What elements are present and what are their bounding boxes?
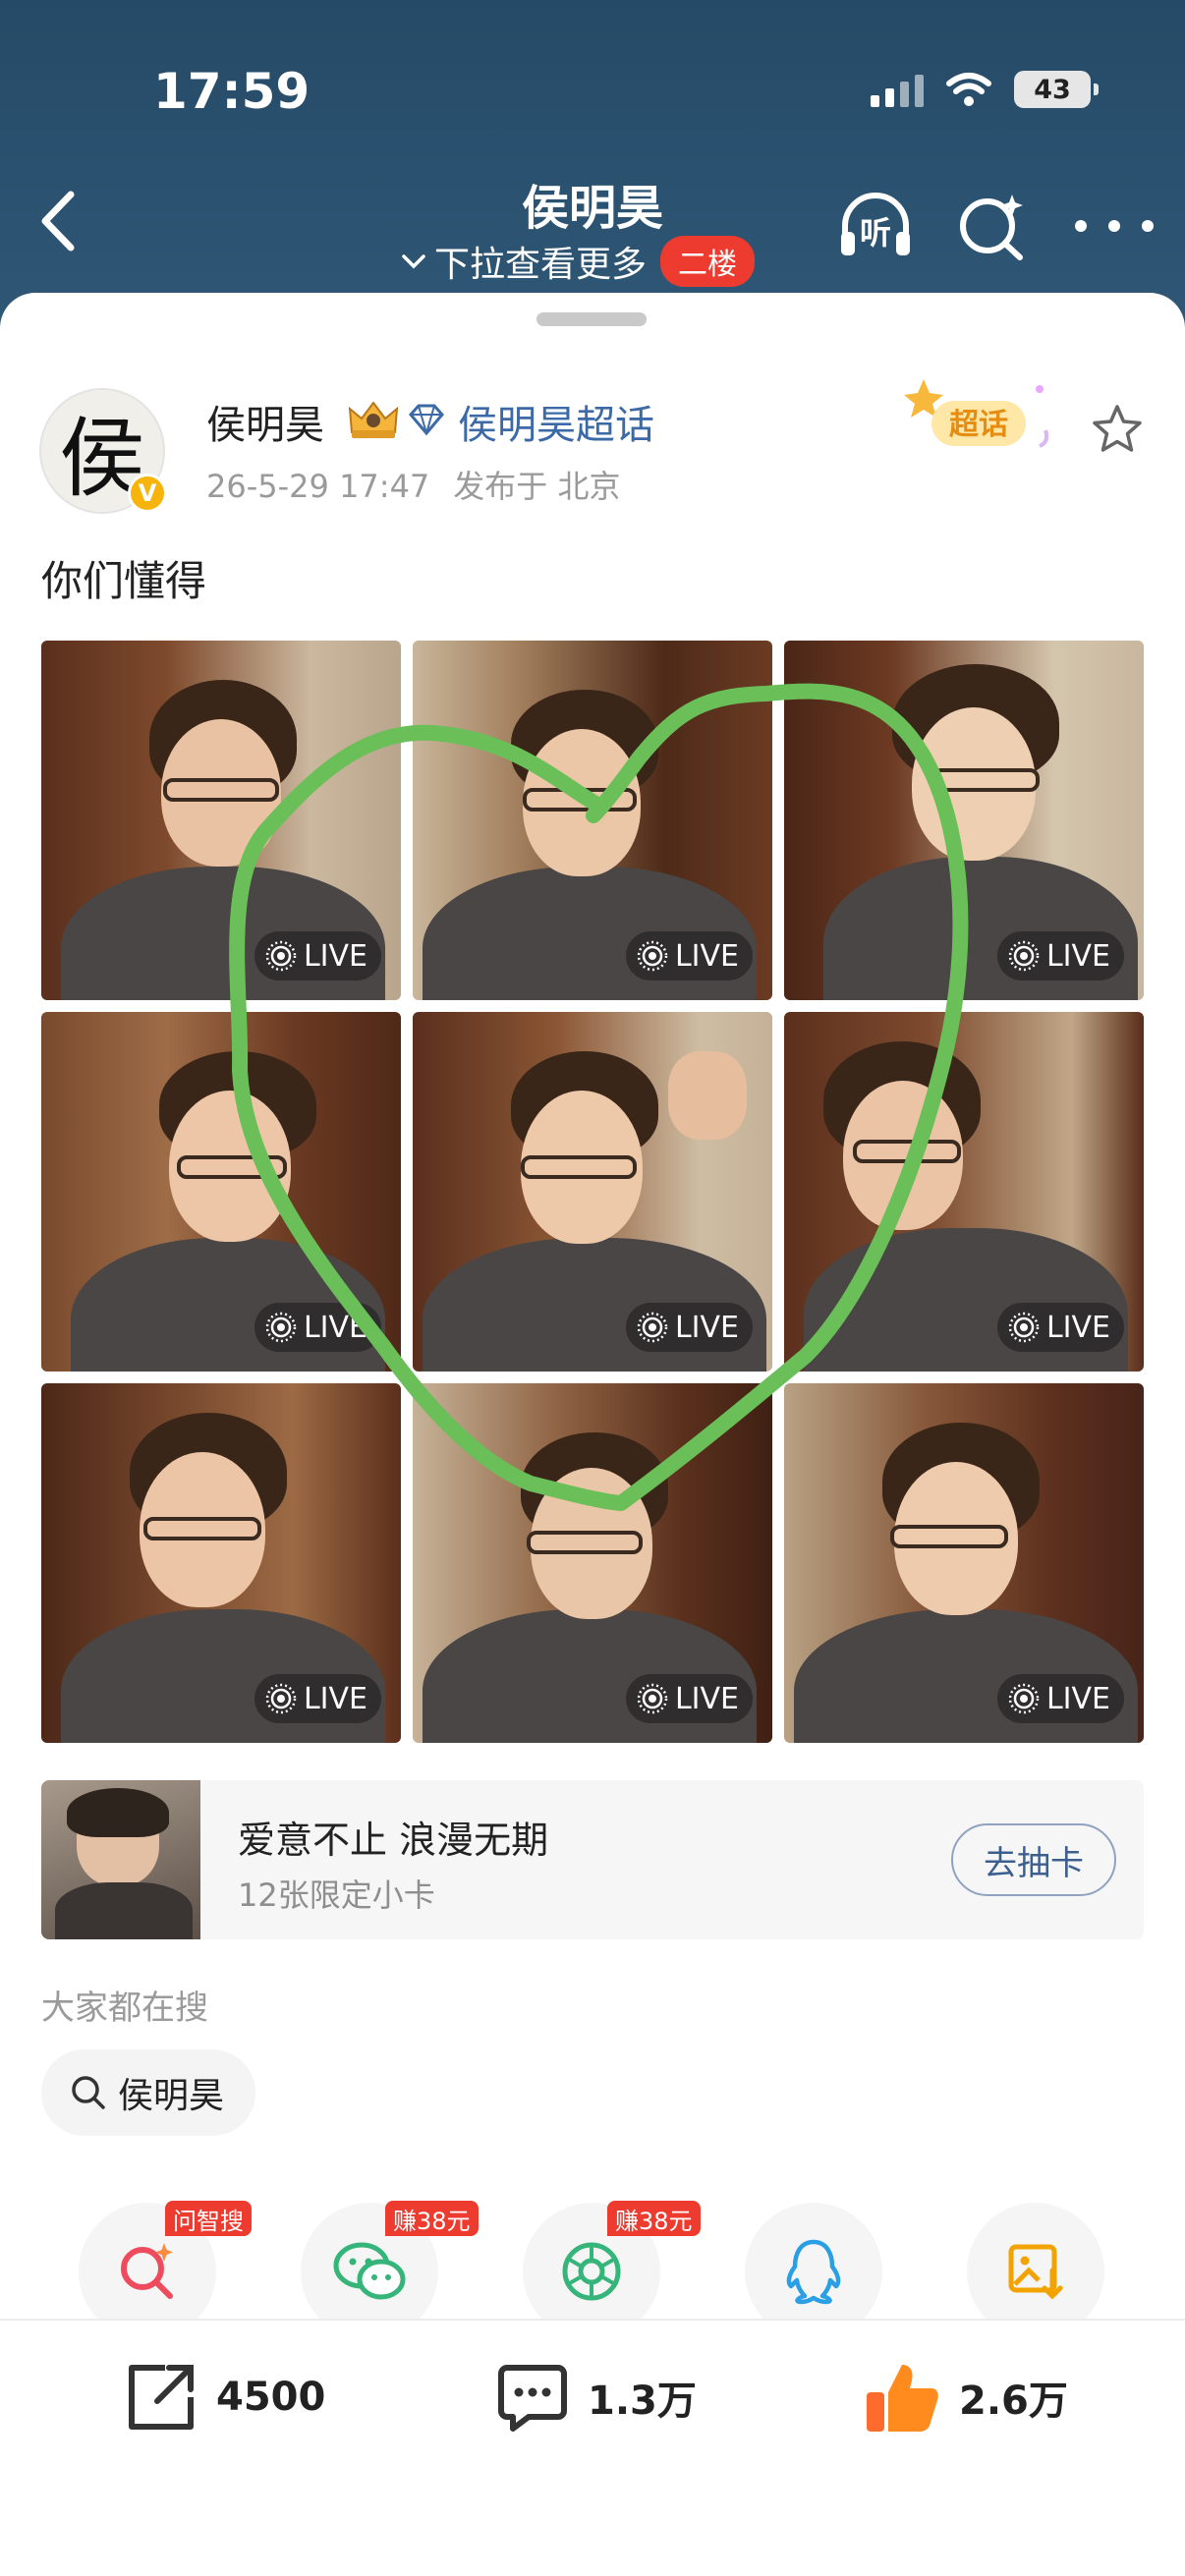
search-icon [72, 2076, 105, 2109]
collectible-card-promo[interactable]: 爱意不止 浪漫无期 12张限定小卡 去抽卡 [41, 1780, 1144, 1939]
headphones-listen-icon[interactable]: 听 [835, 185, 916, 265]
cellular-signal-icon [871, 72, 924, 107]
live-badge: LIVE [996, 1303, 1124, 1352]
sheet-grabber[interactable] [536, 312, 647, 326]
repost-count: 4500 [216, 2375, 326, 2420]
supertopic-badge-label: 超话 [949, 408, 1008, 442]
photo-7[interactable]: LIVE [41, 1383, 401, 1743]
author-name[interactable]: 侯明昊 [206, 393, 324, 450]
photo-1[interactable]: LIVE [41, 641, 401, 1000]
like-count: 2.6万 [959, 2379, 1068, 2424]
live-photo-icon [637, 1312, 668, 1343]
photo-grid: LIVE LIVE LIVE LIVE LIVE LIVE LIVE LIVE … [41, 641, 1144, 1743]
supertopic-link[interactable]: 侯明昊超话 [458, 393, 654, 450]
comment-icon [498, 2365, 567, 2432]
promo-title: 爱意不止 浪漫无期 [238, 1819, 549, 1862]
live-badge: LIVE [254, 931, 381, 980]
live-photo-icon [637, 940, 668, 972]
photo-2[interactable]: LIVE [413, 641, 772, 1000]
draw-card-button[interactable]: 去抽卡 [951, 1823, 1116, 1896]
live-label: LIVE [1045, 938, 1110, 974]
live-badge: LIVE [254, 1303, 381, 1352]
repost-icon [129, 2365, 194, 2430]
floor-badge: 二楼 [660, 236, 756, 287]
battery-indicator: 43 [1014, 71, 1099, 108]
live-photo-icon [265, 940, 297, 972]
live-label: LIVE [1045, 1310, 1110, 1345]
save-image-icon [1008, 2244, 1063, 2300]
wechat-icon [333, 2242, 406, 2300]
moments-icon [562, 2242, 621, 2301]
live-photo-icon [637, 1683, 668, 1714]
listen-label: 听 [860, 214, 891, 252]
live-badge: LIVE [996, 1674, 1124, 1723]
photo-4[interactable]: LIVE [41, 1012, 401, 1372]
verified-badge-icon: V [128, 474, 167, 513]
comment-button[interactable]: 1.3万 [495, 2358, 697, 2436]
thumbs-up-icon [867, 2365, 938, 2432]
post-meta: 26-5-29 17:47 发布于 北京 [206, 462, 644, 507]
live-badge: LIVE [625, 1303, 753, 1352]
photo-3[interactable]: LIVE [784, 641, 1144, 1000]
trending-search-chip[interactable]: 侯明昊 [41, 2049, 256, 2136]
live-label: LIVE [1045, 1681, 1110, 1716]
chevron-down-icon [402, 254, 425, 269]
comment-count: 1.3万 [588, 2379, 697, 2424]
live-label: LIVE [303, 1310, 367, 1345]
pull-down-label: 下拉查看更多 [434, 245, 648, 285]
status-icons: 43 [871, 71, 1099, 108]
live-label: LIVE [674, 1681, 739, 1716]
share-tag-wechat: 赚38元 [385, 2201, 479, 2236]
diamond-icon [409, 404, 444, 436]
live-photo-icon [1008, 940, 1040, 972]
live-badge: LIVE [254, 1674, 381, 1723]
more-options-icon[interactable] [1075, 196, 1154, 255]
photo-6[interactable]: LIVE [784, 1012, 1144, 1372]
crown-icon [348, 401, 399, 438]
share-tag-moments: 赚38元 [607, 2201, 701, 2236]
like-button[interactable]: 2.6万 [863, 2358, 1068, 2436]
supertopic-badge[interactable]: 超话 [902, 371, 1057, 460]
ask-search-icon [121, 2243, 173, 2299]
trending-search-label: 侯明昊 [118, 2076, 225, 2116]
live-label: LIVE [674, 1310, 739, 1345]
trending-search-heading: 大家都在搜 [41, 1988, 208, 2028]
live-photo-icon [1008, 1312, 1040, 1343]
post-date: 26-5-29 17:47 [206, 468, 430, 505]
promo-thumbnail [41, 1780, 200, 1939]
post-text: 你们懂得 [41, 557, 207, 605]
favorite-star-icon[interactable] [1091, 403, 1144, 456]
promo-subtitle: 12张限定小卡 [238, 1876, 435, 1914]
live-photo-icon [1008, 1683, 1040, 1714]
live-photo-icon [265, 1683, 297, 1714]
live-badge: LIVE [625, 1674, 753, 1723]
post-location: 发布于 北京 [453, 468, 621, 505]
live-badge: LIVE [625, 931, 753, 980]
repost-button[interactable]: 4500 [124, 2358, 325, 2436]
qq-icon [786, 2239, 841, 2305]
photo-9[interactable]: LIVE [784, 1383, 1144, 1743]
photo-8[interactable]: LIVE [413, 1383, 772, 1743]
live-badge: LIVE [996, 931, 1124, 980]
pull-down-more[interactable]: 下拉查看更多 二楼 [401, 236, 756, 287]
live-label: LIVE [303, 1681, 367, 1716]
ai-search-icon[interactable] [955, 189, 1030, 263]
status-time: 17:59 [153, 63, 310, 120]
share-tag-ask-search: 问智搜 [165, 2201, 252, 2236]
photo-5[interactable]: LIVE [413, 1012, 772, 1372]
live-photo-icon [265, 1312, 297, 1343]
wifi-icon [946, 73, 991, 106]
live-label: LIVE [674, 938, 739, 974]
live-label: LIVE [303, 938, 367, 974]
